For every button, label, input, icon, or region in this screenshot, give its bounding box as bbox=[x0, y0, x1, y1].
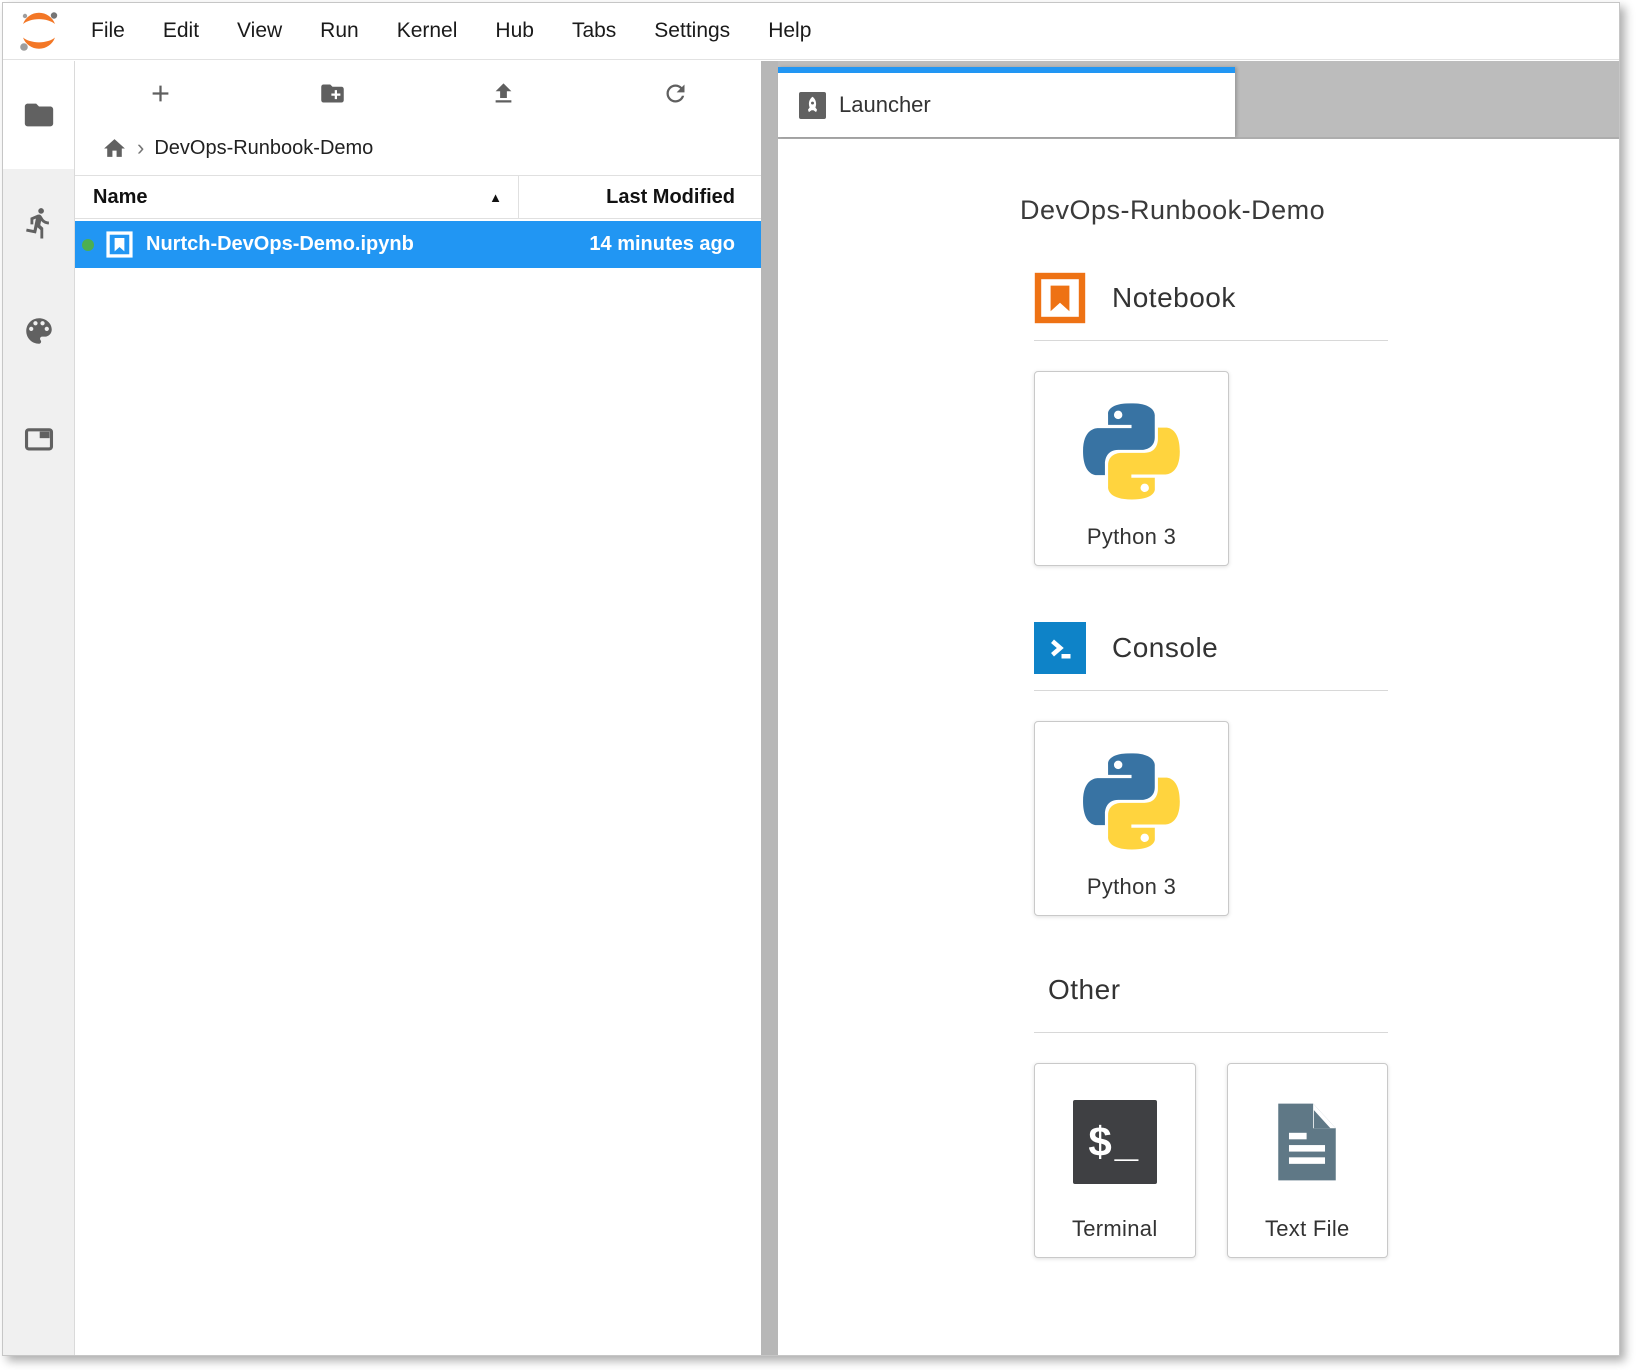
tab-bar: Launcher bbox=[778, 61, 1619, 139]
menu-bar: File Edit View Run Kernel Hub Tabs Setti… bbox=[3, 3, 1619, 60]
section-divider bbox=[1034, 1032, 1388, 1033]
menu-tabs[interactable]: Tabs bbox=[553, 3, 635, 59]
launcher-cwd-title: DevOps-Runbook-Demo bbox=[1020, 195, 1388, 226]
column-name-label: Name bbox=[93, 186, 147, 209]
launcher-card-console-python3[interactable]: Python 3 bbox=[1034, 721, 1229, 916]
menu-settings[interactable]: Settings bbox=[635, 3, 749, 59]
section-label-other: Other bbox=[1048, 974, 1121, 1006]
menu-hub[interactable]: Hub bbox=[476, 3, 553, 59]
menu-file[interactable]: File bbox=[72, 3, 144, 59]
panel-splitter[interactable] bbox=[761, 61, 778, 1355]
workspace: › DevOps-Runbook-Demo Name ▲ Last Modifi… bbox=[3, 61, 1619, 1355]
launcher-section-notebook: Notebook Python 3 bbox=[1034, 272, 1388, 566]
column-modified-label: Last Modified bbox=[606, 186, 735, 209]
sidebar-item-open-tabs[interactable] bbox=[3, 385, 74, 493]
python-logo-icon bbox=[1083, 403, 1180, 500]
section-label-console: Console bbox=[1112, 632, 1218, 664]
menu-edit[interactable]: Edit bbox=[144, 3, 218, 59]
section-divider bbox=[1034, 340, 1388, 341]
file-browser-toolbar bbox=[75, 61, 761, 125]
column-header-name[interactable]: Name ▲ bbox=[75, 176, 519, 218]
new-folder-button[interactable] bbox=[247, 61, 419, 125]
refresh-button[interactable] bbox=[590, 61, 762, 125]
refresh-icon bbox=[662, 80, 689, 107]
terminal-icon: $_ bbox=[1073, 1100, 1157, 1184]
breadcrumb-current-folder[interactable]: DevOps-Runbook-Demo bbox=[154, 137, 373, 160]
new-launcher-button[interactable] bbox=[75, 61, 247, 125]
launcher-card-notebook-python3[interactable]: Python 3 bbox=[1034, 371, 1229, 566]
breadcrumb-separator: › bbox=[137, 135, 144, 161]
card-label: Terminal bbox=[1035, 1216, 1195, 1242]
menu-list: File Edit View Run Kernel Hub Tabs Setti… bbox=[72, 3, 830, 59]
file-name: Nurtch-DevOps-Demo.ipynb bbox=[146, 233, 414, 256]
file-browser-panel: › DevOps-Runbook-Demo Name ▲ Last Modifi… bbox=[75, 61, 761, 1355]
menu-help[interactable]: Help bbox=[749, 3, 830, 59]
console-icon bbox=[1034, 622, 1086, 674]
left-sidebar bbox=[3, 61, 75, 1355]
card-label: Text File bbox=[1228, 1216, 1388, 1242]
menu-kernel[interactable]: Kernel bbox=[378, 3, 477, 59]
jupyter-logo-icon bbox=[14, 9, 64, 53]
sidebar-item-file-browser[interactable] bbox=[3, 61, 74, 169]
home-icon[interactable] bbox=[102, 136, 127, 161]
notebook-file-icon bbox=[106, 231, 133, 258]
menu-view[interactable]: View bbox=[218, 3, 301, 59]
launcher-card-terminal[interactable]: $_ Terminal bbox=[1034, 1063, 1196, 1258]
sort-ascending-icon: ▲ bbox=[489, 190, 502, 205]
tab-launcher[interactable]: Launcher bbox=[778, 67, 1235, 137]
launcher-rocket-icon bbox=[799, 92, 826, 119]
menu-run[interactable]: Run bbox=[301, 3, 378, 59]
section-label-notebook: Notebook bbox=[1112, 282, 1236, 314]
file-list-header: Name ▲ Last Modified bbox=[75, 175, 761, 219]
launcher-card-text-file[interactable]: Text File bbox=[1227, 1063, 1389, 1258]
tab-launcher-label: Launcher bbox=[839, 92, 931, 118]
column-header-last-modified[interactable]: Last Modified bbox=[519, 176, 761, 218]
main-area: Launcher DevOps-Runbook-Demo Notebook bbox=[778, 61, 1619, 1355]
file-row-selected[interactable]: Nurtch-DevOps-Demo.ipynb 14 minutes ago bbox=[75, 221, 761, 268]
section-divider bbox=[1034, 690, 1388, 691]
folder-icon bbox=[22, 98, 56, 132]
kernel-running-indicator bbox=[82, 239, 94, 251]
new-folder-icon bbox=[319, 80, 346, 107]
breadcrumb: › DevOps-Runbook-Demo bbox=[75, 125, 761, 171]
file-last-modified: 14 minutes ago bbox=[589, 233, 761, 256]
running-man-icon bbox=[22, 206, 56, 240]
card-label: Python 3 bbox=[1035, 874, 1228, 900]
launcher-panel: DevOps-Runbook-Demo Notebook bbox=[778, 139, 1619, 1355]
text-file-icon bbox=[1261, 1096, 1353, 1188]
tabs-icon bbox=[22, 422, 56, 456]
card-label: Python 3 bbox=[1035, 524, 1228, 550]
python-logo-icon bbox=[1083, 753, 1180, 850]
launcher-section-other: Other $_ Terminal bbox=[1034, 972, 1388, 1258]
launcher-section-console: Console Python 3 bbox=[1034, 622, 1388, 916]
sidebar-item-running-sessions[interactable] bbox=[3, 169, 74, 277]
jupyterlab-window: File Edit View Run Kernel Hub Tabs Setti… bbox=[2, 2, 1620, 1356]
upload-button[interactable] bbox=[418, 61, 590, 125]
notebook-icon bbox=[1034, 272, 1086, 324]
sidebar-item-command-palette[interactable] bbox=[3, 277, 74, 385]
palette-icon bbox=[22, 314, 56, 348]
upload-icon bbox=[490, 80, 517, 107]
plus-icon bbox=[147, 80, 174, 107]
